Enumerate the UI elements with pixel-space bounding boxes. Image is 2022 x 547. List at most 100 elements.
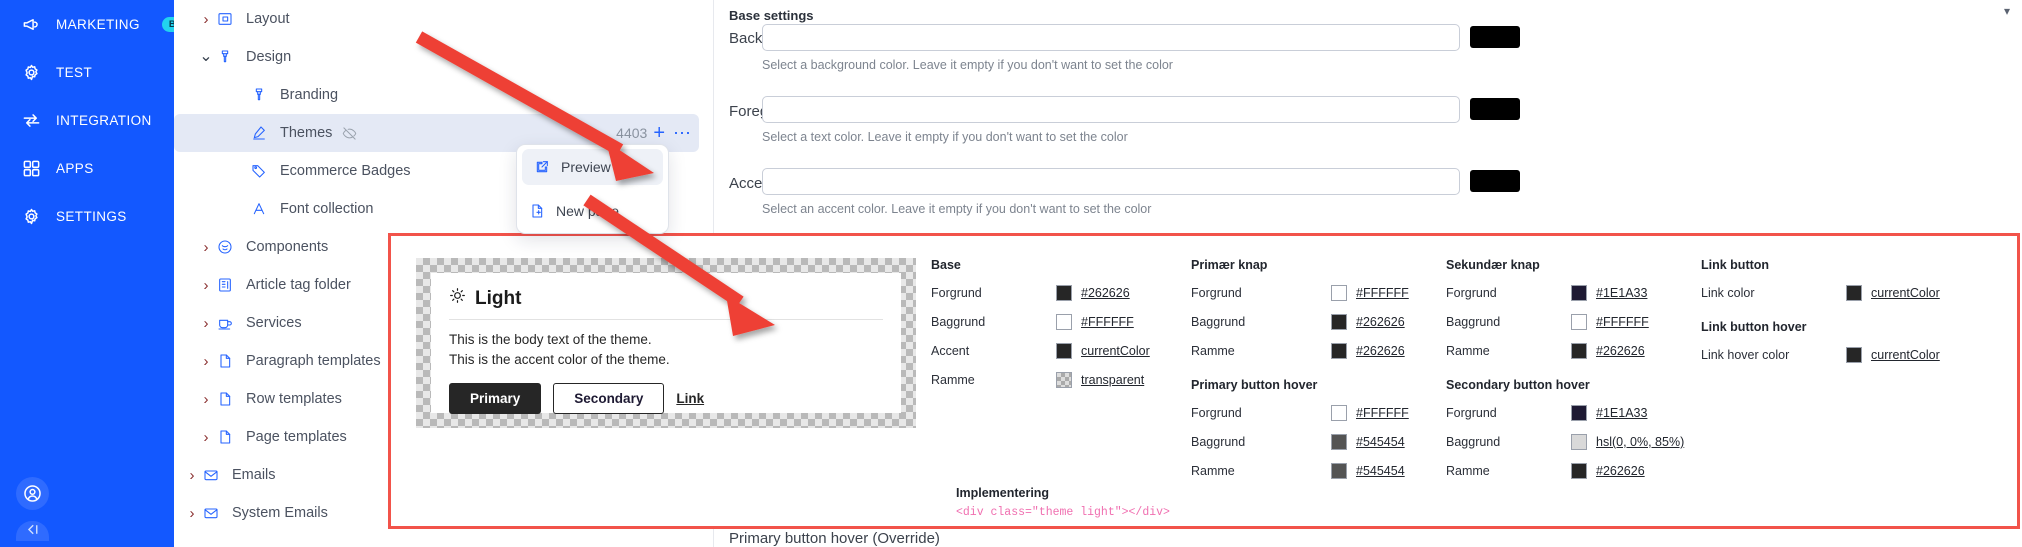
color-row: Forgrund #FFFFFF (1191, 282, 1409, 304)
tree-item-design[interactable]: ⌄ Design (174, 38, 699, 76)
color-row-value-wrap: hsl(0, 0%, 85%) (1571, 434, 1684, 450)
chevron-right-icon[interactable]: › (184, 468, 200, 483)
tree-item-label: Emails (232, 467, 276, 483)
context-menu-item-label: New page (556, 203, 620, 219)
rail-item-integration[interactable]: INTEGRATION (0, 96, 174, 144)
color-value-link[interactable]: #1E1A33 (1596, 406, 1647, 420)
rail-item-marketing[interactable]: MARKETINGBETA (0, 0, 204, 48)
color-value-link[interactable]: #1E1A33 (1596, 286, 1647, 300)
rail-item-test[interactable]: TEST (0, 48, 174, 96)
color-value-link[interactable]: #262626 (1596, 344, 1645, 358)
rail-item-settings[interactable]: SETTINGS (0, 192, 174, 240)
foreground-color-input[interactable] (762, 96, 1460, 123)
color-row-label: Ramme (1191, 344, 1235, 358)
color-value-link[interactable]: #545454 (1356, 435, 1405, 449)
preview-link-button[interactable]: Link (676, 391, 704, 406)
color-swatch (1331, 285, 1347, 301)
color-swatch (1331, 463, 1347, 479)
chevron-right-icon[interactable]: › (198, 354, 214, 369)
chevron-right-icon[interactable]: › (198, 12, 214, 27)
color-swatch (1571, 314, 1587, 330)
themes-context-menu: Preview New page (516, 144, 669, 234)
more-options-icon[interactable]: ⋯ (673, 124, 699, 142)
brush-icon (248, 87, 270, 103)
theme-preview-canvas: Light This is the body text of the theme… (416, 258, 916, 428)
color-row-value-wrap: #545454 (1331, 463, 1405, 479)
implementation-section: Implementering <div class="theme light">… (956, 486, 1170, 519)
color-value-link[interactable]: #262626 (1356, 344, 1405, 358)
eye-off-icon[interactable] (342, 126, 357, 141)
tree-item-branding[interactable]: Branding (174, 76, 699, 114)
color-value-link[interactable]: #FFFFFF (1356, 406, 1409, 420)
brush-icon (214, 49, 236, 65)
scroll-up-chevron-icon[interactable]: ▾ (2004, 4, 2010, 18)
color-row-value-wrap: #262626 (1571, 343, 1645, 359)
preview-secondary-button[interactable]: Secondary (553, 382, 665, 414)
chevron-right-icon[interactable]: › (198, 430, 214, 445)
color-row-value-wrap: transparent (1056, 372, 1144, 388)
rail-item-apps[interactable]: APPS (0, 144, 174, 192)
tree-item-label: System Emails (232, 505, 328, 521)
tree-item-label: Layout (246, 11, 290, 27)
envelope-icon (200, 505, 222, 521)
chevron-right-icon[interactable]: › (198, 316, 214, 331)
color-row: Link hover color currentColor (1701, 344, 1940, 366)
collapse-rail-button[interactable] (16, 521, 49, 541)
tree-item-label: Ecommerce Badges (280, 163, 411, 179)
chevron-right-icon[interactable]: › (198, 240, 214, 255)
color-row-value-wrap: #FFFFFF (1056, 314, 1134, 330)
accent-color-input[interactable] (762, 168, 1460, 195)
color-group-link-button: Link button Link color currentColor Link bu… (1701, 258, 1940, 373)
color-swatch (1571, 343, 1587, 359)
external-link-icon (534, 159, 550, 175)
tree-item-label: Design (246, 49, 292, 65)
color-swatch (1571, 405, 1587, 421)
color-value-link[interactable]: #FFFFFF (1356, 286, 1409, 300)
color-value-link[interactable]: hsl(0, 0%, 85%) (1596, 435, 1684, 449)
preview-primary-button[interactable]: Primary (449, 382, 542, 414)
chevron-right-icon[interactable]: › (198, 278, 214, 293)
rail-item-label: SETTINGS (56, 208, 127, 224)
color-value-link[interactable]: currentColor (1081, 344, 1150, 358)
color-value-link[interactable]: #262626 (1596, 464, 1645, 478)
context-menu-item-preview[interactable]: Preview (522, 149, 663, 185)
color-value-link[interactable]: #262626 (1356, 315, 1405, 329)
context-menu-item-label: Preview (561, 159, 611, 175)
color-value-link[interactable]: transparent (1081, 373, 1144, 387)
sun-icon (449, 287, 466, 310)
tag-icon (248, 163, 270, 179)
context-menu-item-new-page[interactable]: New page (517, 189, 668, 233)
background-color-swatch[interactable] (1470, 26, 1520, 48)
color-value-link[interactable]: #FFFFFF (1596, 315, 1649, 329)
chevron-right-icon[interactable]: › (198, 392, 214, 407)
color-row-value-wrap: #FFFFFF (1331, 405, 1409, 421)
layout-icon (214, 11, 236, 27)
color-row-label: Link color (1701, 286, 1755, 300)
color-row: Ramme #262626 (1191, 340, 1409, 362)
color-row: Forgrund #FFFFFF (1191, 402, 1409, 424)
tree-item-label: Article tag folder (246, 277, 351, 293)
color-swatch (1571, 285, 1587, 301)
document-icon (214, 391, 236, 407)
chevron-down-icon[interactable]: ⌄ (198, 49, 214, 65)
color-value-link[interactable]: #545454 (1356, 464, 1405, 478)
user-avatar-button[interactable] (16, 477, 49, 510)
color-value-link[interactable]: #FFFFFF (1081, 315, 1134, 329)
foreground-color-swatch[interactable] (1470, 98, 1520, 120)
add-theme-plus-icon[interactable]: + (653, 123, 673, 143)
theme-preview-highlight-panel: Light This is the body text of the theme… (388, 233, 2020, 529)
color-swatch (1571, 463, 1587, 479)
color-row: Ramme #262626 (1446, 340, 1684, 362)
color-row-label: Forgrund (1446, 286, 1497, 300)
chevron-right-icon[interactable]: › (184, 506, 200, 521)
color-group-title: Link button (1701, 258, 1770, 272)
color-value-link[interactable]: currentColor (1871, 286, 1940, 300)
color-group-sekund-r-knap: Sekundær knap Forgrund #1E1A33 Baggrund #FFF… (1446, 258, 1684, 489)
document-icon (214, 429, 236, 445)
tree-item-layout[interactable]: › Layout (174, 0, 699, 38)
color-value-link[interactable]: #262626 (1081, 286, 1130, 300)
color-row: Link color currentColor (1701, 282, 1940, 304)
color-value-link[interactable]: currentColor (1871, 348, 1940, 362)
background-color-input[interactable] (762, 24, 1460, 51)
accent-color-swatch[interactable] (1470, 170, 1520, 192)
